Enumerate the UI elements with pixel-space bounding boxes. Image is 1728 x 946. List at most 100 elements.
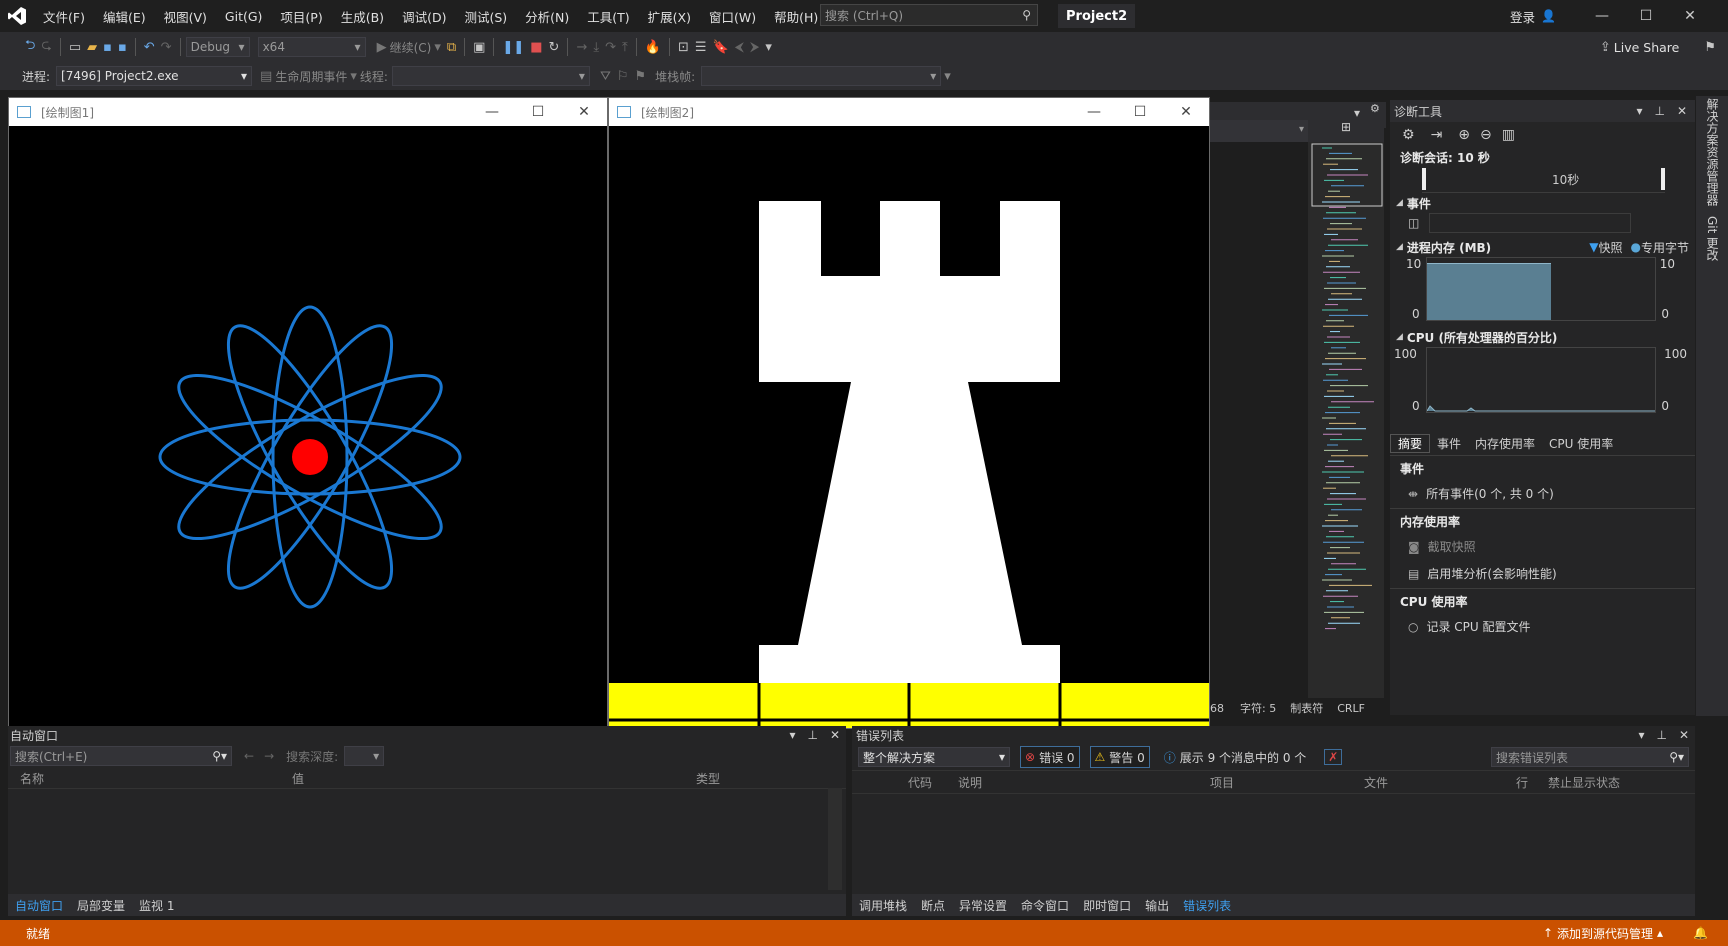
- open-file-icon[interactable]: ▰: [87, 37, 97, 57]
- live-share-button[interactable]: Live Share: [1614, 40, 1680, 55]
- diagnostic-tab-0[interactable]: 摘要: [1390, 433, 1431, 453]
- column-type[interactable]: 类型: [696, 770, 720, 787]
- platform-select[interactable]: x64 ▾: [257, 37, 366, 57]
- maximize-button[interactable]: ☐: [1624, 0, 1668, 32]
- error-search-input[interactable]: 搜索错误列表 ⚲▾: [1491, 747, 1689, 767]
- tool-tab-5[interactable]: 输出: [1138, 897, 1176, 914]
- collapse-triangle-icon[interactable]: ◢: [1396, 242, 1403, 252]
- close-icon[interactable]: ✕: [1679, 728, 1689, 742]
- cpu-graph[interactable]: 100 0 100 0: [1390, 347, 1695, 413]
- collapse-triangle-icon[interactable]: ◢: [1396, 198, 1403, 208]
- menu-item-9[interactable]: 工具(T): [578, 7, 638, 26]
- search-input[interactable]: 搜索 (Ctrl+Q) ⚲: [820, 4, 1038, 26]
- menu-item-3[interactable]: Git(G): [216, 9, 272, 24]
- column-project[interactable]: 项目: [1210, 774, 1234, 791]
- close-icon[interactable]: ✕: [1677, 104, 1687, 118]
- step-over-icon[interactable]: ↷: [605, 37, 616, 57]
- timeline-start-handle[interactable]: [1422, 168, 1426, 190]
- attach-icon[interactable]: ⧉: [447, 37, 456, 57]
- chevron-down-icon[interactable]: ▾: [434, 37, 441, 57]
- close-icon[interactable]: ✕: [830, 728, 840, 742]
- live-share-icon[interactable]: ⇪: [1600, 37, 1611, 57]
- navigate-forward-icon[interactable]: ⮎: [41, 37, 51, 57]
- bookmark-next-icon[interactable]: ⮞: [750, 37, 759, 57]
- tool-tab-2[interactable]: 异常设置: [952, 897, 1014, 914]
- add-source-control-button[interactable]: 添加到源代码管理: [1557, 925, 1653, 942]
- continue-icon[interactable]: ▶: [377, 37, 387, 57]
- column-description[interactable]: 说明: [958, 774, 982, 791]
- messages-filter-button[interactable]: ⓘ 展示 9 个消息中的 0 个: [1160, 747, 1311, 767]
- login-link[interactable]: 登录: [1510, 7, 1535, 26]
- feedback-icon[interactable]: ⚑: [1704, 37, 1716, 57]
- bookmark-icon[interactable]: 🔖: [713, 37, 729, 57]
- lifecycle-events-button[interactable]: 生命周期事件: [275, 68, 347, 85]
- save-icon[interactable]: ▪: [103, 37, 112, 57]
- dropdown-chevron-icon[interactable]: ▾: [789, 728, 795, 742]
- diagnostic-tab-1[interactable]: 事件: [1430, 435, 1468, 452]
- tool-tab-4[interactable]: 即时窗口: [1076, 897, 1138, 914]
- visual-studio-logo-icon[interactable]: [0, 0, 34, 32]
- stackframe-select[interactable]: ▾: [701, 66, 942, 86]
- show-next-statement-icon[interactable]: →: [576, 37, 587, 57]
- tool-tab-3[interactable]: 命令窗口: [1014, 897, 1076, 914]
- menu-item-11[interactable]: 窗口(W): [700, 7, 765, 26]
- step-out-icon[interactable]: ⤒: [622, 37, 628, 57]
- new-project-icon[interactable]: ▭: [69, 37, 81, 57]
- user-icon[interactable]: 👤: [1541, 9, 1556, 23]
- tool-tab-1[interactable]: 断点: [914, 897, 952, 914]
- menu-item-10[interactable]: 扩展(X): [639, 7, 700, 26]
- pause-icon[interactable]: ❚❚: [502, 37, 524, 57]
- bookmark-prev-icon[interactable]: ⮜: [735, 37, 744, 57]
- overflow-chevron-icon[interactable]: ▾: [765, 37, 772, 57]
- drawing-window-2-titlebar[interactable]: [绘制图2] — ☐ ✕: [609, 98, 1209, 126]
- undo-icon[interactable]: ↶: [144, 37, 155, 57]
- diagnostic-tab-3[interactable]: CPU 使用率: [1542, 435, 1620, 452]
- pause-break-icon[interactable]: ◫: [1408, 216, 1419, 230]
- comment-icon[interactable]: ☰: [695, 37, 707, 57]
- column-value[interactable]: 值: [292, 770, 304, 787]
- dropdown-chevron-icon[interactable]: ▾: [1636, 104, 1642, 118]
- filter-icon[interactable]: ⛛: [600, 66, 611, 86]
- hot-reload-icon[interactable]: 🔥: [645, 37, 661, 57]
- show-flagged-icon[interactable]: ⚑: [635, 66, 647, 86]
- menu-item-1[interactable]: 编辑(E): [94, 7, 155, 26]
- step-into-icon[interactable]: ⤓: [593, 37, 599, 57]
- menu-item-5[interactable]: 生成(B): [332, 7, 393, 26]
- column-file[interactable]: 文件: [1364, 774, 1388, 791]
- autos-tab-2[interactable]: 监视 1: [132, 897, 181, 914]
- warnings-filter-button[interactable]: ⚠ 警告 0: [1089, 746, 1150, 768]
- redo-icon[interactable]: ↷: [161, 37, 172, 57]
- code-minimap[interactable]: [1308, 142, 1384, 702]
- stop-icon[interactable]: ■: [530, 37, 542, 57]
- autos-tab-0[interactable]: 自动窗口: [8, 897, 70, 914]
- menu-item-8[interactable]: 分析(N): [516, 7, 578, 26]
- menu-item-4[interactable]: 项目(P): [271, 7, 331, 26]
- menu-item-12[interactable]: 帮助(H): [765, 7, 827, 26]
- lifecycle-icon[interactable]: ▤: [260, 66, 272, 86]
- all-events-link[interactable]: ⇼ 所有事件(0 个, 共 0 个): [1400, 485, 1695, 502]
- pin-icon[interactable]: ⊥: [1654, 104, 1664, 118]
- thread-select[interactable]: ▾: [391, 66, 590, 86]
- column-line[interactable]: 行: [1516, 774, 1528, 791]
- autos-tab-1[interactable]: 局部变量: [70, 897, 132, 914]
- collapse-triangle-icon[interactable]: ◢: [1396, 332, 1403, 342]
- scope-select[interactable]: 整个解决方案 ▾: [858, 747, 1010, 767]
- autos-scrollbar[interactable]: [828, 788, 842, 890]
- zoom-out-icon[interactable]: ⊖: [1480, 127, 1492, 143]
- menu-item-6[interactable]: 调试(D): [393, 7, 455, 26]
- build-filter-icon[interactable]: ✗: [1324, 749, 1343, 765]
- navigate-back-icon[interactable]: ⮌: [25, 37, 35, 57]
- close-button[interactable]: ✕: [561, 104, 607, 120]
- screenshot-icon[interactable]: ▣: [473, 37, 485, 57]
- process-select[interactable]: [7496] Project2.exe ▾: [56, 66, 253, 86]
- breakpoint-icon[interactable]: ⊡: [678, 37, 689, 57]
- timeline-end-handle[interactable]: [1661, 168, 1665, 190]
- take-snapshot-button[interactable]: ◙ 截取快照: [1400, 538, 1695, 555]
- minimize-button[interactable]: —: [1071, 104, 1117, 120]
- column-name[interactable]: 名称: [20, 770, 44, 787]
- overflow-chevron-icon[interactable]: ▾: [944, 66, 951, 86]
- menu-item-2[interactable]: 视图(V): [155, 7, 216, 26]
- menu-item-0[interactable]: 文件(F): [34, 7, 94, 26]
- pin-icon[interactable]: ⊥: [807, 728, 817, 742]
- solution-explorer-tab[interactable]: 解决方案资源管理器: [1704, 98, 1721, 206]
